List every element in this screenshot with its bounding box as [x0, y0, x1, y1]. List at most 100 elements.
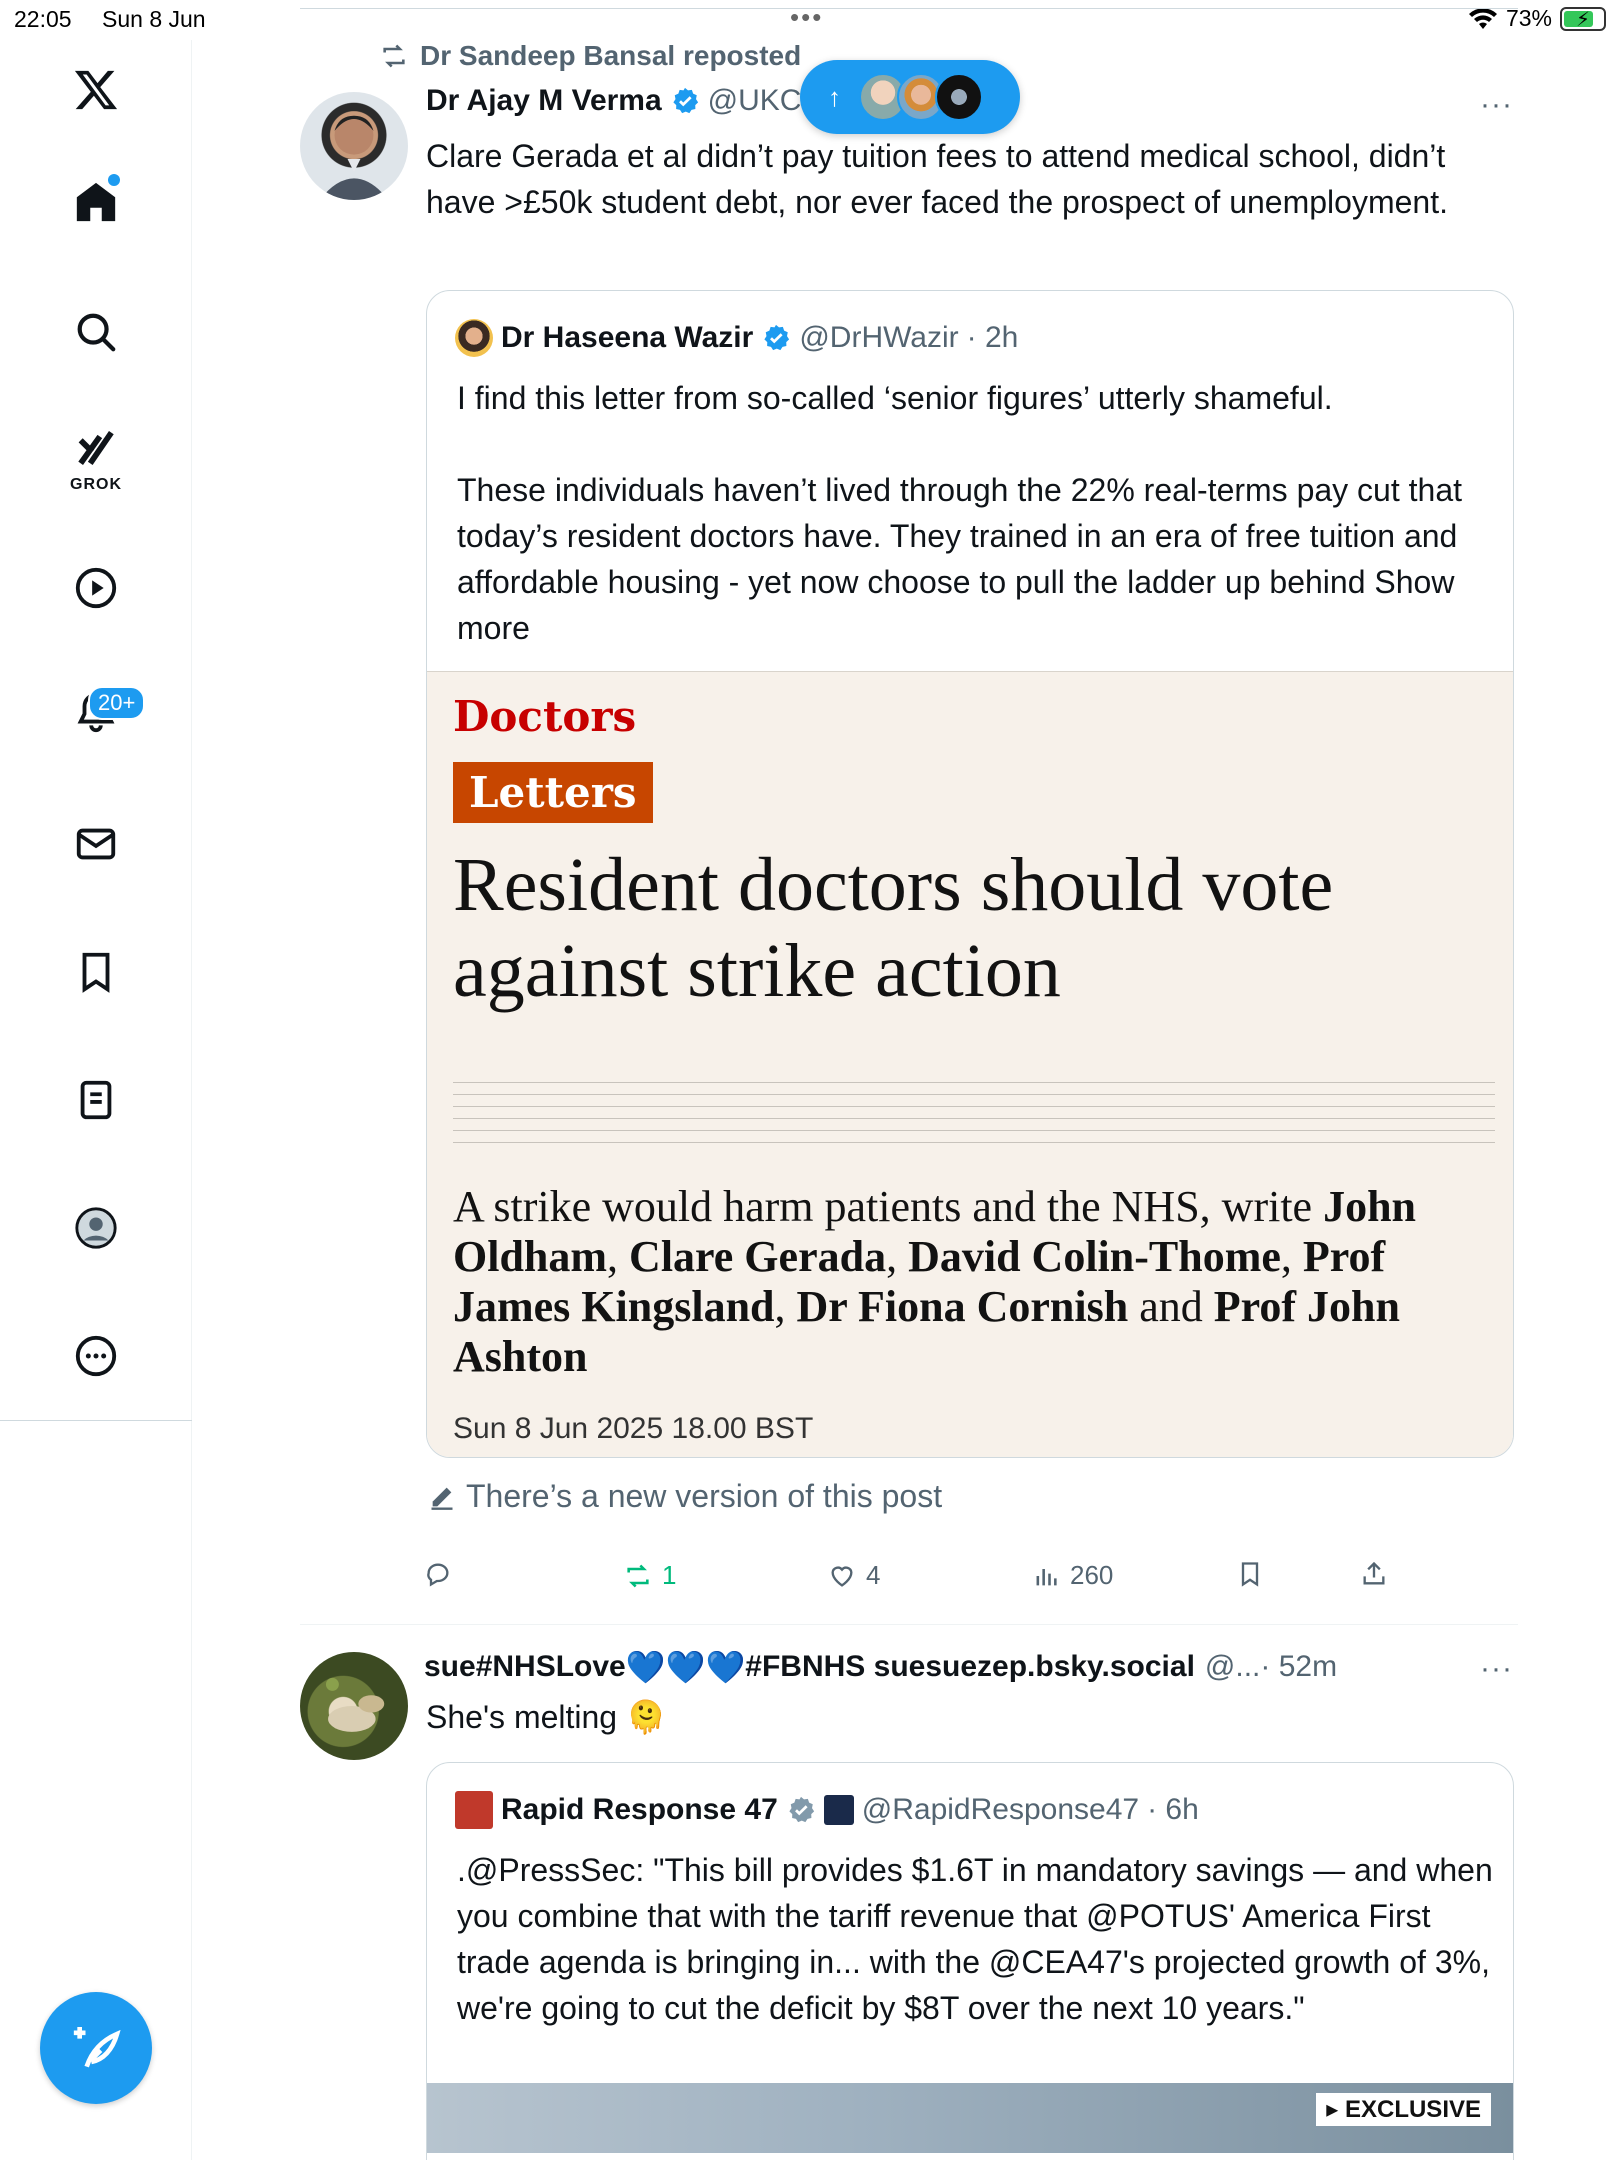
standfirst-lead: A strike would harm patients and the NHS…	[453, 1182, 1313, 1231]
post-header: sue#NHSLove 💙 💙 💙 #FBNHS suesuezep.bsky.…	[424, 1648, 1337, 1686]
post-more-button[interactable]: ···	[1480, 1652, 1513, 1686]
article-tag: Letters	[453, 762, 653, 823]
post-time[interactable]: · 52m	[1260, 1650, 1337, 1684]
verified-badge-icon	[673, 87, 698, 114]
post-text-body: She's melting	[426, 1699, 618, 1735]
sidebar-item-profile[interactable]	[64, 1196, 128, 1260]
repost-button[interactable]: 1	[624, 1560, 676, 1591]
article-rule-lines	[453, 1082, 1495, 1152]
post-header: Dr Ajay M Verma @UKC	[426, 84, 801, 118]
quoted-post-header: Dr Haseena Wazir @DrHWazir · 2h	[455, 319, 1018, 357]
quoted-author-name: Rapid Response 47	[501, 1793, 778, 1826]
play-circle-icon	[75, 567, 117, 609]
quoted-post-paragraph-2: These individuals haven’t lived through …	[457, 467, 1487, 651]
author-handle[interactable]: @UKC	[708, 84, 802, 118]
bookmark-button[interactable]	[1236, 1560, 1264, 1588]
status-right: 73% ⚡	[1468, 5, 1606, 32]
profile-avatar-icon	[75, 1207, 117, 1249]
quoted-post-card[interactable]: Rapid Response 47 @RapidResponse47 · 6h …	[426, 1762, 1514, 2160]
video-thumbnail[interactable]: ▸ EXCLUSIVE	[427, 2083, 1513, 2153]
repost-icon	[383, 44, 405, 68]
status-time: 22:05	[14, 6, 72, 32]
status-bar: 22:05 Sun 8 Jun ••• 73% ⚡	[0, 0, 1620, 40]
arrow-up-icon: ↑	[828, 81, 841, 112]
article-author: David Colin-Thome	[908, 1232, 1281, 1281]
quoted-author-name: Dr Haseena Wazir	[501, 321, 754, 354]
heart-icon	[831, 1565, 853, 1587]
views-button[interactable]: 260	[1032, 1560, 1113, 1591]
sidebar-item-lists[interactable]	[64, 1068, 128, 1132]
sidebar-item-messages[interactable]	[64, 812, 128, 876]
article-section: Doctors	[453, 692, 637, 741]
author-avatar[interactable]	[300, 92, 408, 200]
like-button[interactable]: 4	[828, 1560, 880, 1591]
like-count: 4	[866, 1560, 881, 1590]
wifi-icon	[1468, 7, 1497, 29]
x-logo-icon[interactable]	[64, 58, 128, 122]
blue-heart-icon: 💙	[665, 1649, 706, 1685]
joiner: ,	[1280, 1232, 1292, 1281]
battery-icon: ⚡	[1560, 6, 1606, 31]
quoted-author-handle: @DrHWazir	[799, 321, 959, 354]
sidebar-divider	[0, 1420, 192, 1421]
repost-icon	[627, 1564, 649, 1587]
rapid-response-avatar	[455, 1791, 493, 1829]
post-separator	[300, 1624, 1518, 1625]
joiner: and	[1139, 1282, 1203, 1331]
author-name-suffix[interactable]: #FBNHS suesuezep.bsky.social	[745, 1650, 1195, 1684]
quoted-post-header: Rapid Response 47 @RapidResponse47 · 6h	[455, 1791, 1199, 1829]
verified-badge-grey-icon	[789, 1796, 814, 1823]
repost-indicator[interactable]: Dr Sandeep Bansal reposted	[378, 40, 801, 72]
new-posts-pill[interactable]: ↑	[800, 60, 1020, 134]
joiner: ,	[774, 1282, 786, 1331]
quoted-author-avatar	[455, 319, 493, 357]
share-icon	[1363, 1561, 1385, 1585]
bookmark-icon	[82, 952, 110, 993]
top-divider	[300, 8, 1518, 9]
multitasking-dots-icon[interactable]: •••	[790, 2, 823, 33]
post-text: Clare Gerada et al didn’t pay tuition fe…	[426, 138, 1448, 220]
post-more-button[interactable]: ···	[1480, 88, 1513, 122]
article-image[interactable]: Doctors Letters Resident doctors should …	[427, 671, 1513, 1457]
quoted-post-time: · 6h	[1147, 1793, 1199, 1826]
home-unread-dot	[108, 174, 120, 186]
grok-label: GROK	[70, 476, 122, 493]
reply-icon	[427, 1563, 449, 1587]
repost-label: Dr Sandeep Bansal reposted	[420, 40, 802, 71]
sidebar-item-videos[interactable]	[64, 556, 128, 620]
edited-post-notice[interactable]: There’s a new version of this post	[428, 1478, 942, 1515]
author-name-prefix[interactable]: sue#NHSLove	[424, 1650, 626, 1684]
author-avatar[interactable]	[300, 1652, 408, 1760]
battery-percent: 73%	[1505, 5, 1552, 31]
grok-icon	[78, 431, 114, 466]
article-headline: Resident doctors should vote against str…	[453, 843, 1334, 1013]
quoted-post-text: These individuals haven’t lived through …	[457, 472, 1462, 600]
sidebar-item-explore[interactable]	[64, 300, 128, 364]
quoted-post-paragraph-1: I find this letter from so-called ‘senio…	[457, 380, 1333, 416]
reply-button[interactable]	[424, 1560, 452, 1588]
sidebar-item-grok[interactable]	[64, 420, 128, 476]
edited-post-text: There’s a new version of this post	[466, 1478, 943, 1514]
status-date: Sun 8 Jun	[102, 6, 206, 32]
pencil-icon	[431, 1487, 453, 1510]
blue-heart-icon: 💙	[625, 1649, 666, 1685]
quoted-post-card[interactable]: Dr Haseena Wazir @DrHWazir · 2h I find t…	[426, 290, 1514, 1458]
exclusive-banner: ▸ EXCLUSIVE	[1316, 2093, 1491, 2126]
bookmark-icon	[1241, 1562, 1259, 1587]
post-action-bar: 1 4 260	[424, 1560, 1424, 1600]
search-icon	[77, 313, 116, 352]
views-chart-icon	[1036, 1568, 1057, 1585]
joiner: ,	[886, 1232, 898, 1281]
more-circle-icon	[75, 1335, 117, 1377]
compose-post-button[interactable]	[40, 1992, 152, 2104]
quoted-author-handle: @RapidResponse47	[861, 1793, 1140, 1826]
share-button[interactable]	[1360, 1560, 1388, 1588]
sidebar-item-bookmarks[interactable]	[64, 940, 128, 1004]
author-name[interactable]: Dr Ajay M Verma	[426, 84, 662, 118]
sidebar-item-more[interactable]	[64, 1324, 128, 1388]
poster-avatar-3	[935, 73, 983, 121]
joiner: ,	[607, 1232, 619, 1281]
author-handle[interactable]: @...	[1205, 1650, 1260, 1684]
notifications-badge: 20+	[88, 686, 146, 720]
white-house-affiliate-icon	[823, 1795, 854, 1825]
